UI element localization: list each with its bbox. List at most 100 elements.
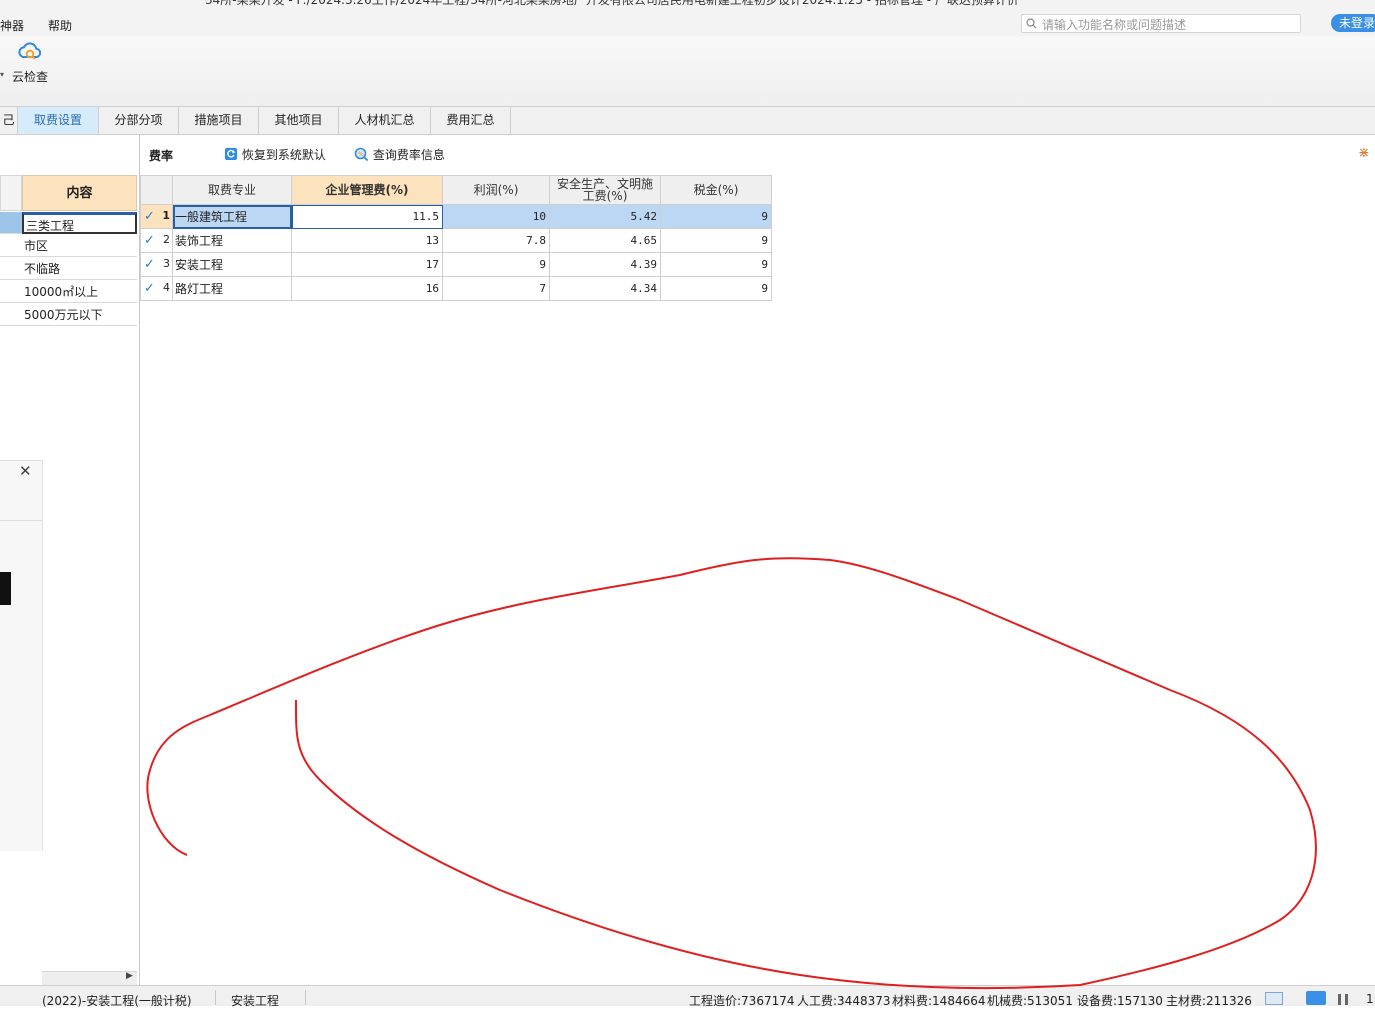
cloud-check-label[interactable]: 云检查	[12, 68, 48, 85]
machine-cost: 机械费:513051	[987, 994, 1073, 1008]
divider	[215, 990, 216, 1005]
restore-default-button[interactable]: 恢复到系统默认	[224, 146, 326, 163]
management-fee-cell[interactable]: 16	[291, 276, 443, 301]
content-cell[interactable]: 10000㎡以上	[22, 281, 137, 303]
material-cost: 材料费:1484664	[892, 994, 986, 1008]
column-header-safety-fee[interactable]: 安全生产、文明施 工费(%)	[549, 175, 661, 205]
view-mode-icon[interactable]	[1306, 991, 1326, 1005]
red-annotation-stroke	[146, 557, 1317, 989]
tax-cell[interactable]: 9	[660, 276, 772, 301]
query-rate-button[interactable]: % 查询费率信息	[354, 146, 445, 163]
page-number: 1	[1366, 992, 1374, 1006]
check-icon: ✓	[144, 233, 155, 248]
pricing-standard: (2022)-安装工程(一般计税)	[42, 994, 192, 1008]
layout-icon[interactable]	[1265, 992, 1283, 1005]
content-cell[interactable]: 三类工程	[22, 212, 137, 234]
profit-cell[interactable]: 7.8	[442, 228, 550, 253]
menu-item-help[interactable]: 帮助	[48, 17, 72, 34]
row-selector[interactable]	[0, 281, 22, 303]
management-fee-cell[interactable]: 13	[291, 228, 443, 253]
search-icon	[1026, 18, 1037, 29]
svg-text:%: %	[358, 151, 364, 158]
equipment-cost: 设备费:157130	[1077, 994, 1163, 1008]
column-header-tax[interactable]: 税金(%)	[660, 175, 772, 205]
restore-icon	[225, 148, 237, 160]
tax-cell[interactable]: 9	[660, 204, 772, 229]
cloud-check-icon[interactable]	[17, 40, 43, 64]
profit-cell[interactable]: 7	[442, 276, 550, 301]
query-icon: %	[354, 147, 369, 162]
thumbnail-image	[0, 572, 11, 605]
labor-cost: 人工费:3448373	[797, 994, 891, 1008]
tab-cost-summary[interactable]: 费用汇总	[431, 107, 511, 134]
row-selector[interactable]	[0, 212, 22, 234]
query-rate-label: 查询费率信息	[372, 148, 445, 162]
annotation-overlay	[146, 557, 1317, 989]
divider	[0, 520, 42, 521]
tab-partial[interactable]: 己	[0, 107, 18, 134]
left-header-stub	[0, 175, 22, 211]
specialty-label: 安装工程	[231, 994, 280, 1008]
column-header-specialty[interactable]: 取费专业	[172, 175, 292, 205]
profit-cell[interactable]: 10	[442, 204, 550, 229]
tab-labor-material-machine[interactable]: 人材机汇总	[339, 107, 431, 134]
split-view-icon[interactable]	[1338, 994, 1348, 1005]
row-selector[interactable]	[0, 258, 22, 280]
fee-rate-table: 取费专业 企业管理费(%) 利润(%) 安全生产、文明施 工费(%) 税金(%)…	[140, 175, 772, 301]
content-column-header: 内容	[22, 175, 137, 211]
menu-item-tools[interactable]: 神器	[0, 17, 24, 34]
table-row[interactable]: ✓ 3 安装工程 17 9 4.39 9	[140, 252, 772, 277]
row-selector[interactable]	[0, 304, 22, 326]
row-index[interactable]: ✓ 4	[140, 276, 173, 301]
check-icon: ✓	[144, 209, 155, 224]
scroll-right-arrow-icon[interactable]: ▶	[126, 971, 133, 981]
close-icon[interactable]: ⋇	[1358, 145, 1370, 161]
check-icon: ✓	[144, 281, 155, 296]
login-button[interactable]: 未登录	[1331, 14, 1375, 32]
column-header-management-fee[interactable]: 企业管理费(%)	[291, 175, 443, 205]
search-placeholder: 请输入功能名称或问题描述	[1042, 18, 1187, 32]
header-line: 工费(%)	[582, 189, 628, 203]
tax-cell[interactable]: 9	[660, 252, 772, 277]
total-cost: 工程造价:7367174	[689, 994, 795, 1008]
main-material-cost: 主材费:211326	[1166, 994, 1252, 1008]
specialty-cell[interactable]: 路灯工程	[172, 276, 292, 301]
tax-cell[interactable]: 9	[660, 228, 772, 253]
ribbon-toolbar	[0, 36, 1375, 107]
specialty-cell[interactable]: 装饰工程	[172, 228, 292, 253]
tab-sub-items[interactable]: 分部分项	[99, 107, 179, 134]
row-index[interactable]: ✓ 3	[140, 252, 173, 277]
tab-other-items[interactable]: 其他项目	[259, 107, 339, 134]
management-fee-cell[interactable]: 17	[291, 252, 443, 277]
column-header-profit[interactable]: 利润(%)	[442, 175, 550, 205]
row-index[interactable]: ✓ 1	[140, 204, 173, 229]
safety-fee-cell[interactable]: 4.39	[549, 252, 661, 277]
safety-fee-cell[interactable]: 4.34	[549, 276, 661, 301]
restore-default-label: 恢复到系统默认	[241, 148, 326, 162]
tab-fee-settings[interactable]: 取费设置	[18, 107, 99, 134]
safety-fee-cell[interactable]: 4.65	[549, 228, 661, 253]
safety-fee-cell[interactable]: 5.42	[549, 204, 661, 229]
table-row[interactable]: ✓ 2 装饰工程 13 7.8 4.65 9	[140, 228, 772, 253]
table-row[interactable]: ✓ 1 一般建筑工程 11.5 10 5.42 9	[140, 204, 772, 229]
content-cell[interactable]: 5000万元以下	[22, 304, 137, 326]
tab-measures[interactable]: 措施项目	[179, 107, 259, 134]
specialty-cell[interactable]: 一般建筑工程	[172, 204, 292, 229]
row-index[interactable]: ✓ 2	[140, 228, 173, 253]
floating-side-panel	[0, 460, 43, 851]
row-selector[interactable]	[0, 235, 22, 257]
content-cell[interactable]: 市区	[22, 235, 137, 257]
specialty-cell[interactable]: 安装工程	[172, 252, 292, 277]
search-input[interactable]: 请输入功能名称或问题描述	[1021, 14, 1301, 33]
row-header-corner	[140, 175, 173, 205]
dropdown-arrow-icon[interactable]: ▾	[0, 70, 4, 79]
section-title: 费率	[149, 149, 174, 163]
divider	[305, 990, 306, 1005]
management-fee-cell[interactable]: 11.5	[291, 204, 443, 229]
window-title: 34所-某某开发 - F:/2024.3.26工作/2024年工程/34所-河北…	[205, 0, 1019, 7]
table-row[interactable]: ✓ 4 路灯工程 16 7 4.34 9	[140, 276, 772, 301]
content-cell[interactable]: 不临路	[22, 258, 137, 280]
profit-cell[interactable]: 9	[442, 252, 550, 277]
horizontal-scrollbar[interactable]	[42, 971, 137, 985]
close-icon[interactable]: ✕	[19, 462, 32, 480]
